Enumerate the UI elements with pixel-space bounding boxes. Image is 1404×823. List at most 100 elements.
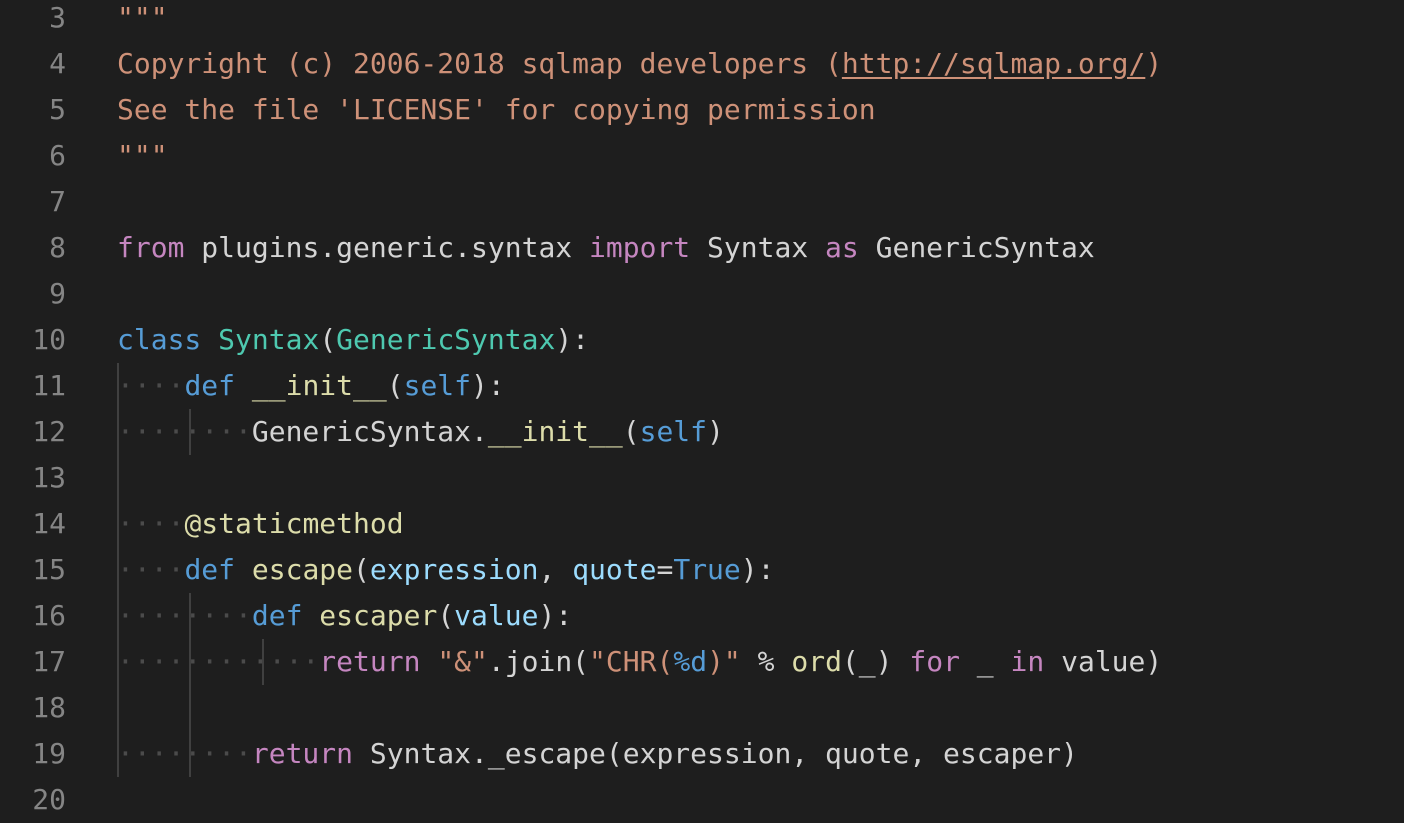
code-token: ( — [353, 553, 370, 586]
line-code: ············return "&".join("CHR(%d)" % … — [117, 639, 1162, 685]
code-token: _ — [959, 645, 1011, 678]
code-token: ): — [471, 369, 505, 402]
line-number: 20 — [32, 783, 66, 816]
code-line[interactable]: 7 — [0, 179, 1404, 225]
indent-guide — [117, 363, 119, 777]
code-line[interactable]: 19 ········return Syntax._escape(expressi… — [0, 731, 1404, 777]
code-line[interactable]: 5 See the file 'LICENSE' for copying perm… — [0, 87, 1404, 133]
line-number: 14 — [32, 507, 66, 540]
code-token: """ — [117, 139, 168, 172]
code-token: return — [319, 645, 421, 678]
line-code: ····@staticmethod — [117, 501, 404, 547]
code-token: Syntax — [690, 231, 826, 264]
code-line[interactable]: 12 ········GenericSyntax.__init__(self) — [0, 409, 1404, 455]
code-line[interactable]: 17 ············return "&".join("CHR(%d)" … — [0, 639, 1404, 685]
line-number: 12 — [32, 415, 66, 448]
code-token: Copyright (c) 2006-2018 sqlmap developer… — [117, 47, 842, 80]
line-number: 5 — [49, 93, 66, 126]
code-token: plugins.generic.syntax — [184, 231, 590, 264]
code-token: ( — [437, 599, 455, 632]
line-number: 19 — [32, 737, 66, 770]
code-token: quote — [572, 553, 657, 586]
code-token: escape — [251, 553, 354, 586]
code-line[interactable]: 6 """ — [0, 133, 1404, 179]
code-line[interactable]: 8 from plugins.generic.syntax import Synt… — [0, 225, 1404, 271]
code-token: escaper — [319, 599, 438, 632]
whitespace-marker: ···· — [117, 507, 185, 540]
line-number: 3 — [49, 1, 66, 34]
code-token: ) — [707, 415, 724, 448]
code-line[interactable]: 20 — [0, 777, 1404, 823]
code-token: "&" — [437, 645, 488, 678]
code-token: ) — [1145, 47, 1163, 80]
code-token: __init__ — [487, 415, 623, 448]
line-code: ········return Syntax._escape(expression… — [117, 731, 1078, 777]
code-token: self — [403, 369, 472, 402]
code-token: GenericSyntax — [336, 323, 556, 356]
code-line[interactable]: 10 class Syntax(GenericSyntax): — [0, 317, 1404, 363]
line-number: 17 — [32, 645, 66, 678]
indent-guide — [189, 409, 192, 455]
line-code: Copyright (c) 2006-2018 sqlmap developer… — [117, 41, 1162, 87]
code-token: (_) — [841, 645, 910, 678]
code-editor[interactable]: 3 """ 4 Copyright (c) 2006-2018 sqlmap deve… — [0, 0, 1404, 816]
code-token: Syntax — [218, 323, 320, 356]
line-number: 8 — [49, 231, 66, 264]
code-token: GenericSyntax — [858, 231, 1095, 264]
code-token: class — [117, 323, 202, 356]
line-number: 6 — [49, 139, 66, 172]
line-code: class Syntax(GenericSyntax): — [117, 317, 589, 363]
whitespace-marker: ········ — [117, 599, 252, 632]
code-token: )" — [707, 645, 741, 678]
code-line[interactable]: 18 — [0, 685, 1404, 731]
whitespace-marker: ········ — [117, 415, 252, 448]
code-token: GenericSyntax. — [251, 415, 488, 448]
code-line[interactable]: 14 ····@staticmethod — [0, 501, 1404, 547]
code-line[interactable]: 11 ····def __init__(self): — [0, 363, 1404, 409]
line-code: ········def escaper(value): — [117, 593, 572, 639]
code-token: True — [673, 553, 741, 586]
code-token: % — [740, 645, 792, 678]
code-line[interactable]: 15 ····def escape(expression, quote=True)… — [0, 547, 1404, 593]
code-line[interactable]: 16 ········def escaper(value): — [0, 593, 1404, 639]
code-token: Syntax._escape(expression, quote, escape… — [353, 737, 1078, 770]
code-token: def — [251, 599, 303, 632]
code-line[interactable]: 3 """ — [0, 0, 1404, 41]
code-token: expression — [369, 553, 539, 586]
code-token: import — [589, 231, 691, 264]
code-token: from — [117, 231, 185, 264]
code-token: "CHR( — [589, 645, 674, 678]
line-number: 9 — [49, 277, 66, 310]
code-token: return — [251, 737, 354, 770]
code-token: value — [454, 599, 539, 632]
code-token: %d — [673, 645, 708, 678]
code-token: def — [184, 553, 236, 586]
line-number: 13 — [32, 461, 66, 494]
code-token: value) — [1044, 645, 1163, 678]
code-token: ord — [791, 645, 842, 678]
code-token: .join( — [487, 645, 590, 678]
code-token: self — [639, 415, 708, 448]
code-line[interactable]: 9 — [0, 271, 1404, 317]
code-token: @staticmethod — [184, 507, 404, 540]
whitespace-marker: ···· — [117, 553, 185, 586]
code-token[interactable]: http://sqlmap.org/ — [842, 47, 1145, 80]
line-code: from plugins.generic.syntax import Synta… — [117, 225, 1095, 271]
code-line[interactable]: 4 Copyright (c) 2006-2018 sqlmap develope… — [0, 41, 1404, 87]
code-token: ( — [386, 369, 404, 402]
code-token: ( — [319, 323, 337, 356]
code-token: ( — [622, 415, 640, 448]
line-code: ····def __init__(self): — [117, 363, 505, 409]
code-token: ): — [538, 599, 573, 632]
code-token: """ — [117, 1, 168, 34]
code-line[interactable]: 13 — [0, 455, 1404, 501]
line-code: See the file 'LICENSE' for copying permi… — [117, 87, 876, 133]
code-token: in — [1010, 645, 1045, 678]
indent-guide — [189, 593, 192, 777]
line-number: 10 — [32, 323, 66, 356]
line-number: 4 — [49, 47, 66, 80]
